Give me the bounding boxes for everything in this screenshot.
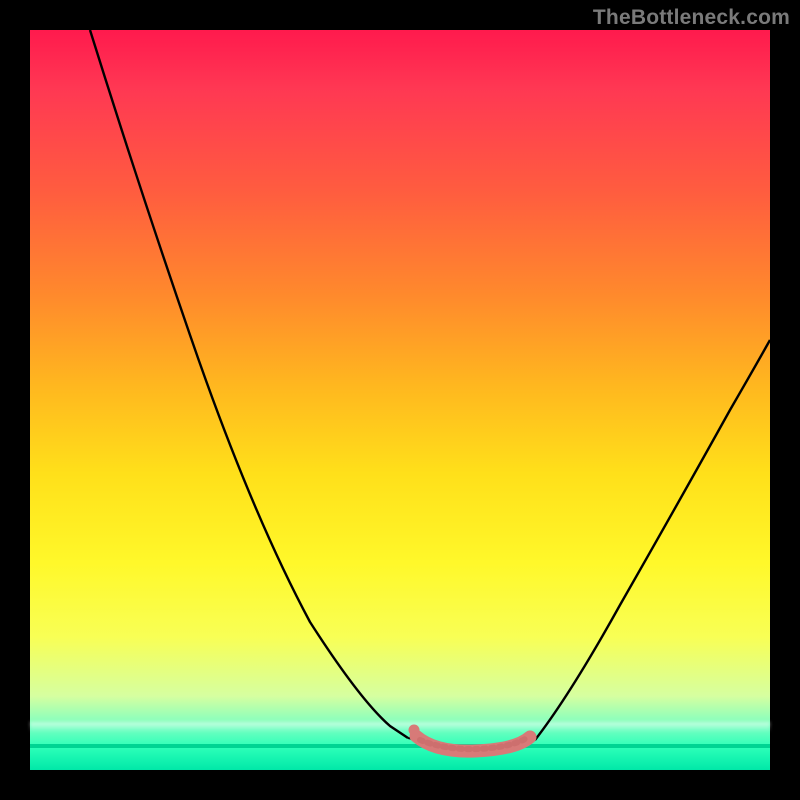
plateau-marker-dot: [409, 725, 420, 736]
chart-frame: [30, 30, 770, 770]
bottleneck-curve-left: [90, 30, 408, 738]
bottleneck-curve-right: [535, 340, 770, 740]
watermark-text: TheBottleneck.com: [593, 6, 790, 30]
curve-svg: [30, 30, 770, 770]
plot-area: [30, 30, 770, 770]
